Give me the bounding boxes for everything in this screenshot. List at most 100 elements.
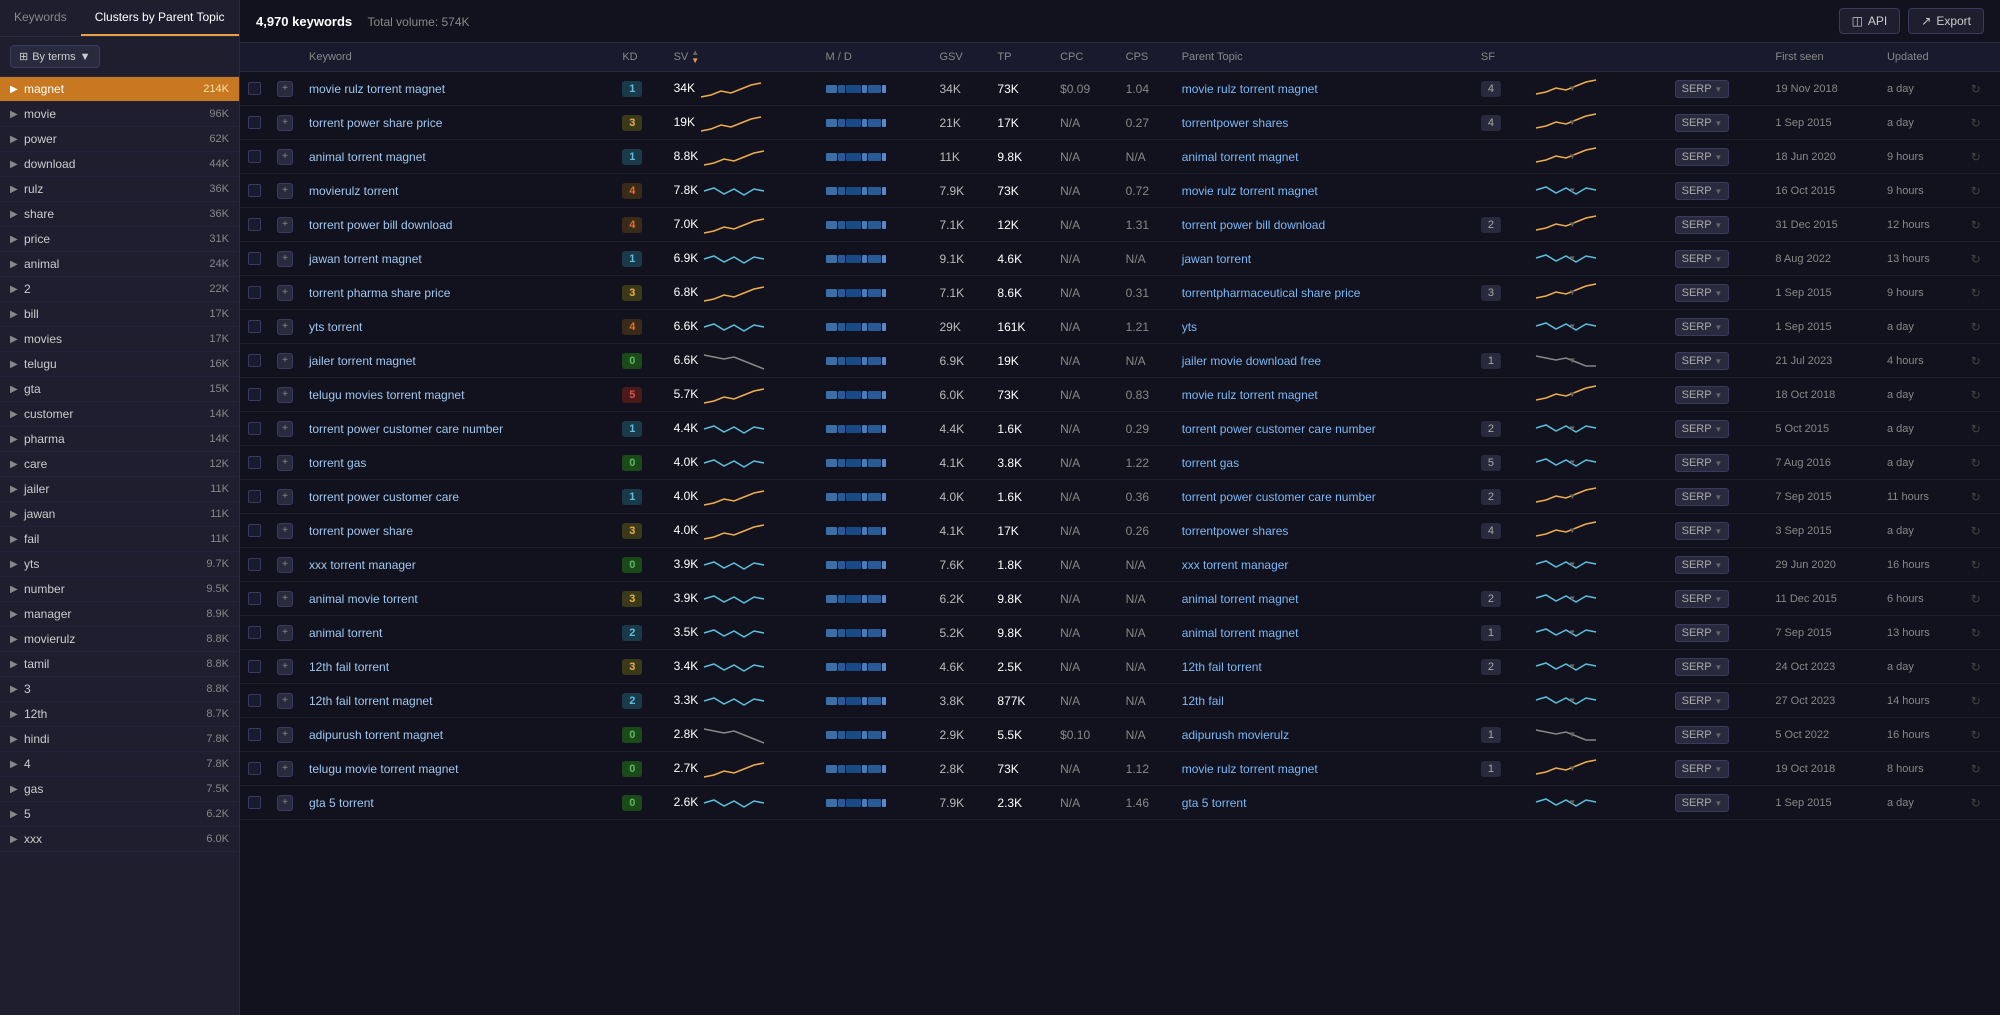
expand-button[interactable]: + [277, 625, 293, 641]
row-checkbox[interactable] [248, 762, 261, 775]
keyword-text[interactable]: torrent power share price [309, 116, 442, 130]
sidebar-item-fail[interactable]: ▶ fail 11K [0, 527, 239, 552]
api-button[interactable]: ◫ API [1839, 8, 1901, 34]
parent-topic-link[interactable]: movie rulz torrent magnet [1182, 762, 1318, 776]
refresh-icon[interactable]: ↻ [1971, 558, 1981, 572]
expand-button[interactable]: + [277, 557, 293, 573]
keyword-text[interactable]: xxx torrent manager [309, 558, 416, 572]
parent-topic-link[interactable]: 12th fail torrent [1182, 660, 1262, 674]
parent-topic-link[interactable]: torrent power customer care number [1182, 490, 1376, 504]
parent-topic-link[interactable]: torrent power bill download [1182, 218, 1325, 232]
row-checkbox[interactable] [248, 524, 261, 537]
col-parent-topic[interactable]: Parent Topic [1174, 43, 1473, 72]
keyword-text[interactable]: torrent pharma share price [309, 286, 450, 300]
expand-button[interactable]: + [277, 693, 293, 709]
col-sv[interactable]: SV ▲▼ [666, 43, 818, 72]
sidebar-item-12th[interactable]: ▶ 12th 8.7K [0, 702, 239, 727]
sidebar-item-pharma[interactable]: ▶ pharma 14K [0, 427, 239, 452]
keyword-text[interactable]: jawan torrent magnet [309, 252, 422, 266]
row-checkbox[interactable] [248, 626, 261, 639]
refresh-icon[interactable]: ↻ [1971, 218, 1981, 232]
refresh-icon[interactable]: ↻ [1971, 320, 1981, 334]
serp-button[interactable]: SERP ▼ [1675, 726, 1730, 744]
sidebar-item-3[interactable]: ▶ 3 8.8K [0, 677, 239, 702]
sidebar-item-download[interactable]: ▶ download 44K [0, 152, 239, 177]
expand-button[interactable]: + [277, 455, 293, 471]
expand-button[interactable]: + [277, 489, 293, 505]
keyword-text[interactable]: gta 5 torrent [309, 796, 374, 810]
expand-button[interactable]: + [277, 81, 293, 97]
chart-button[interactable]: ▼ [1532, 622, 1580, 642]
serp-button[interactable]: SERP ▼ [1675, 318, 1730, 336]
serp-button[interactable]: SERP ▼ [1675, 760, 1730, 778]
parent-topic-link[interactable]: xxx torrent manager [1182, 558, 1289, 572]
serp-button[interactable]: SERP ▼ [1675, 692, 1730, 710]
parent-topic-link[interactable]: gta 5 torrent [1182, 796, 1247, 810]
chart-button[interactable]: ▼ [1532, 350, 1580, 370]
row-checkbox[interactable] [248, 558, 261, 571]
col-kd[interactable]: KD [614, 43, 665, 72]
parent-topic-link[interactable]: torrentpower shares [1182, 524, 1289, 538]
keyword-text[interactable]: torrent power customer care number [309, 422, 503, 436]
tab-keywords[interactable]: Keywords [0, 0, 81, 36]
sidebar-item-manager[interactable]: ▶ manager 8.9K [0, 602, 239, 627]
keyword-text[interactable]: animal movie torrent [309, 592, 418, 606]
export-button[interactable]: ↗ Export [1908, 8, 1984, 34]
refresh-icon[interactable]: ↻ [1971, 796, 1981, 810]
row-checkbox[interactable] [248, 320, 261, 333]
expand-button[interactable]: + [277, 727, 293, 743]
serp-button[interactable]: SERP ▼ [1675, 556, 1730, 574]
sidebar-item-5[interactable]: ▶ 5 6.2K [0, 802, 239, 827]
col-keyword[interactable]: Keyword [301, 43, 614, 72]
sidebar-item-care[interactable]: ▶ care 12K [0, 452, 239, 477]
expand-button[interactable]: + [277, 421, 293, 437]
chart-button[interactable]: ▼ [1532, 690, 1580, 710]
serp-button[interactable]: SERP ▼ [1675, 284, 1730, 302]
row-checkbox[interactable] [248, 796, 261, 809]
chart-button[interactable]: ▼ [1532, 486, 1580, 506]
sidebar-item-yts[interactable]: ▶ yts 9.7K [0, 552, 239, 577]
expand-button[interactable]: + [277, 183, 293, 199]
refresh-icon[interactable]: ↻ [1971, 286, 1981, 300]
expand-button[interactable]: + [277, 115, 293, 131]
refresh-icon[interactable]: ↻ [1971, 524, 1981, 538]
refresh-icon[interactable]: ↻ [1971, 116, 1981, 130]
keyword-text[interactable]: telugu movies torrent magnet [309, 388, 464, 402]
refresh-icon[interactable]: ↻ [1971, 82, 1981, 96]
tab-clusters-parent[interactable]: Clusters by Parent Topic [81, 0, 239, 36]
row-checkbox[interactable] [248, 184, 261, 197]
parent-topic-link[interactable]: jailer movie download free [1182, 354, 1321, 368]
refresh-icon[interactable]: ↻ [1971, 252, 1981, 266]
sidebar-item-tamil[interactable]: ▶ tamil 8.8K [0, 652, 239, 677]
parent-topic-link[interactable]: movie rulz torrent magnet [1182, 388, 1318, 402]
serp-button[interactable]: SERP ▼ [1675, 182, 1730, 200]
serp-button[interactable]: SERP ▼ [1675, 590, 1730, 608]
parent-topic-link[interactable]: torrentpharmaceutical share price [1182, 286, 1361, 300]
keyword-text[interactable]: movie rulz torrent magnet [309, 82, 445, 96]
expand-button[interactable]: + [277, 591, 293, 607]
sidebar-item-movierulz[interactable]: ▶ movierulz 8.8K [0, 627, 239, 652]
row-checkbox[interactable] [248, 388, 261, 401]
sidebar-item-4[interactable]: ▶ 4 7.8K [0, 752, 239, 777]
parent-topic-link[interactable]: yts [1182, 320, 1197, 334]
row-checkbox[interactable] [248, 728, 261, 741]
sidebar-item-2[interactable]: ▶ 2 22K [0, 277, 239, 302]
col-md[interactable]: M / D [818, 43, 932, 72]
row-checkbox[interactable] [248, 116, 261, 129]
refresh-icon[interactable]: ↻ [1971, 184, 1981, 198]
chart-button[interactable]: ▼ [1532, 588, 1580, 608]
refresh-icon[interactable]: ↻ [1971, 592, 1981, 606]
keyword-text[interactable]: animal torrent magnet [309, 150, 426, 164]
refresh-icon[interactable]: ↻ [1971, 354, 1981, 368]
serp-button[interactable]: SERP ▼ [1675, 148, 1730, 166]
col-tp[interactable]: TP [989, 43, 1052, 72]
parent-topic-link[interactable]: movie rulz torrent magnet [1182, 184, 1318, 198]
parent-topic-link[interactable]: 12th fail [1182, 694, 1224, 708]
parent-topic-link[interactable]: torrent gas [1182, 456, 1239, 470]
refresh-icon[interactable]: ↻ [1971, 490, 1981, 504]
sidebar-item-share[interactable]: ▶ share 36K [0, 202, 239, 227]
serp-button[interactable]: SERP ▼ [1675, 114, 1730, 132]
expand-button[interactable]: + [277, 761, 293, 777]
sidebar-item-power[interactable]: ▶ power 62K [0, 127, 239, 152]
sidebar-item-animal[interactable]: ▶ animal 24K [0, 252, 239, 277]
